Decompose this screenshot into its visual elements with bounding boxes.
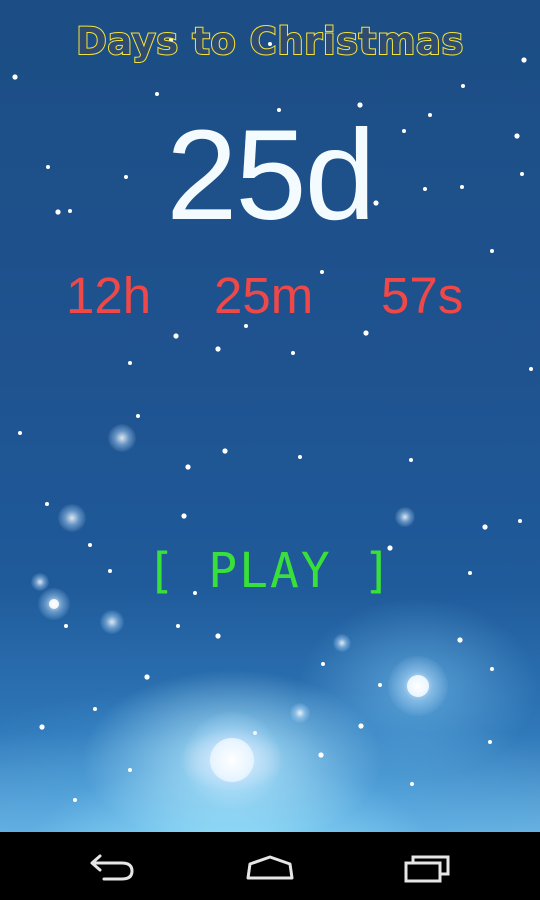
- snowflake: [244, 324, 248, 328]
- snowflake: [461, 84, 465, 88]
- light-glow: [388, 656, 448, 716]
- snowflake: [39, 724, 45, 730]
- snowflake: [457, 637, 463, 643]
- snowflake: [128, 361, 132, 365]
- snowflake: [488, 740, 492, 744]
- snowflake: [490, 667, 494, 671]
- snowflake: [358, 723, 364, 729]
- snowflake: [518, 519, 522, 523]
- system-navigation-bar: [0, 832, 540, 900]
- snowflake: [318, 752, 324, 758]
- snowflake: [136, 414, 140, 418]
- snowflake: [482, 524, 488, 530]
- hours-remaining: 12h: [66, 267, 152, 324]
- snowflake: [291, 351, 295, 355]
- light-glow: [333, 634, 351, 652]
- light-glow: [31, 573, 49, 591]
- snowflake: [173, 333, 179, 339]
- recent-apps-icon: [404, 855, 450, 883]
- snowflake: [320, 270, 324, 274]
- light-glow: [184, 712, 280, 808]
- snowflake: [93, 707, 97, 711]
- snowflake: [64, 624, 68, 628]
- snowflake: [215, 633, 221, 639]
- light-glow: [395, 507, 415, 527]
- minutes-remaining: 25m: [214, 267, 314, 324]
- seconds-remaining: 57s: [381, 267, 464, 324]
- snowflake: [490, 249, 494, 253]
- snowflake: [363, 330, 369, 336]
- light-glow: [100, 610, 124, 634]
- snowflake: [18, 431, 22, 435]
- snowflake: [298, 455, 302, 459]
- home-icon: [246, 855, 294, 880]
- snowflake: [215, 346, 221, 352]
- snowflake: [378, 683, 382, 687]
- snowflake: [409, 458, 413, 462]
- snowflake: [176, 624, 180, 628]
- snowflake: [222, 448, 228, 454]
- app-title: Days to Christmas: [75, 19, 464, 64]
- countdown-screen: Days to Christmas 25d 12h 25m 57s [ PLAY…: [0, 0, 540, 832]
- snowflake: [128, 768, 132, 772]
- snowflake: [155, 92, 159, 96]
- snowflake: [185, 464, 191, 470]
- light-glow: [290, 703, 310, 723]
- snowflake: [321, 662, 325, 666]
- snowflake: [181, 513, 187, 519]
- light-glow: [58, 504, 86, 532]
- play-button[interactable]: [ PLAY ]: [0, 543, 540, 599]
- recent-apps-button[interactable]: [398, 850, 458, 884]
- snowflake: [12, 74, 18, 80]
- light-glow: [38, 588, 70, 620]
- back-icon: [90, 854, 134, 881]
- snowflake: [144, 674, 150, 680]
- back-button[interactable]: [82, 850, 142, 884]
- snowflake: [529, 367, 533, 371]
- snowflake: [45, 502, 49, 506]
- snowflake: [73, 798, 77, 802]
- home-button[interactable]: [240, 850, 300, 884]
- light-glow: [108, 424, 136, 452]
- days-remaining: 25d: [166, 104, 376, 247]
- snowflake: [410, 782, 414, 786]
